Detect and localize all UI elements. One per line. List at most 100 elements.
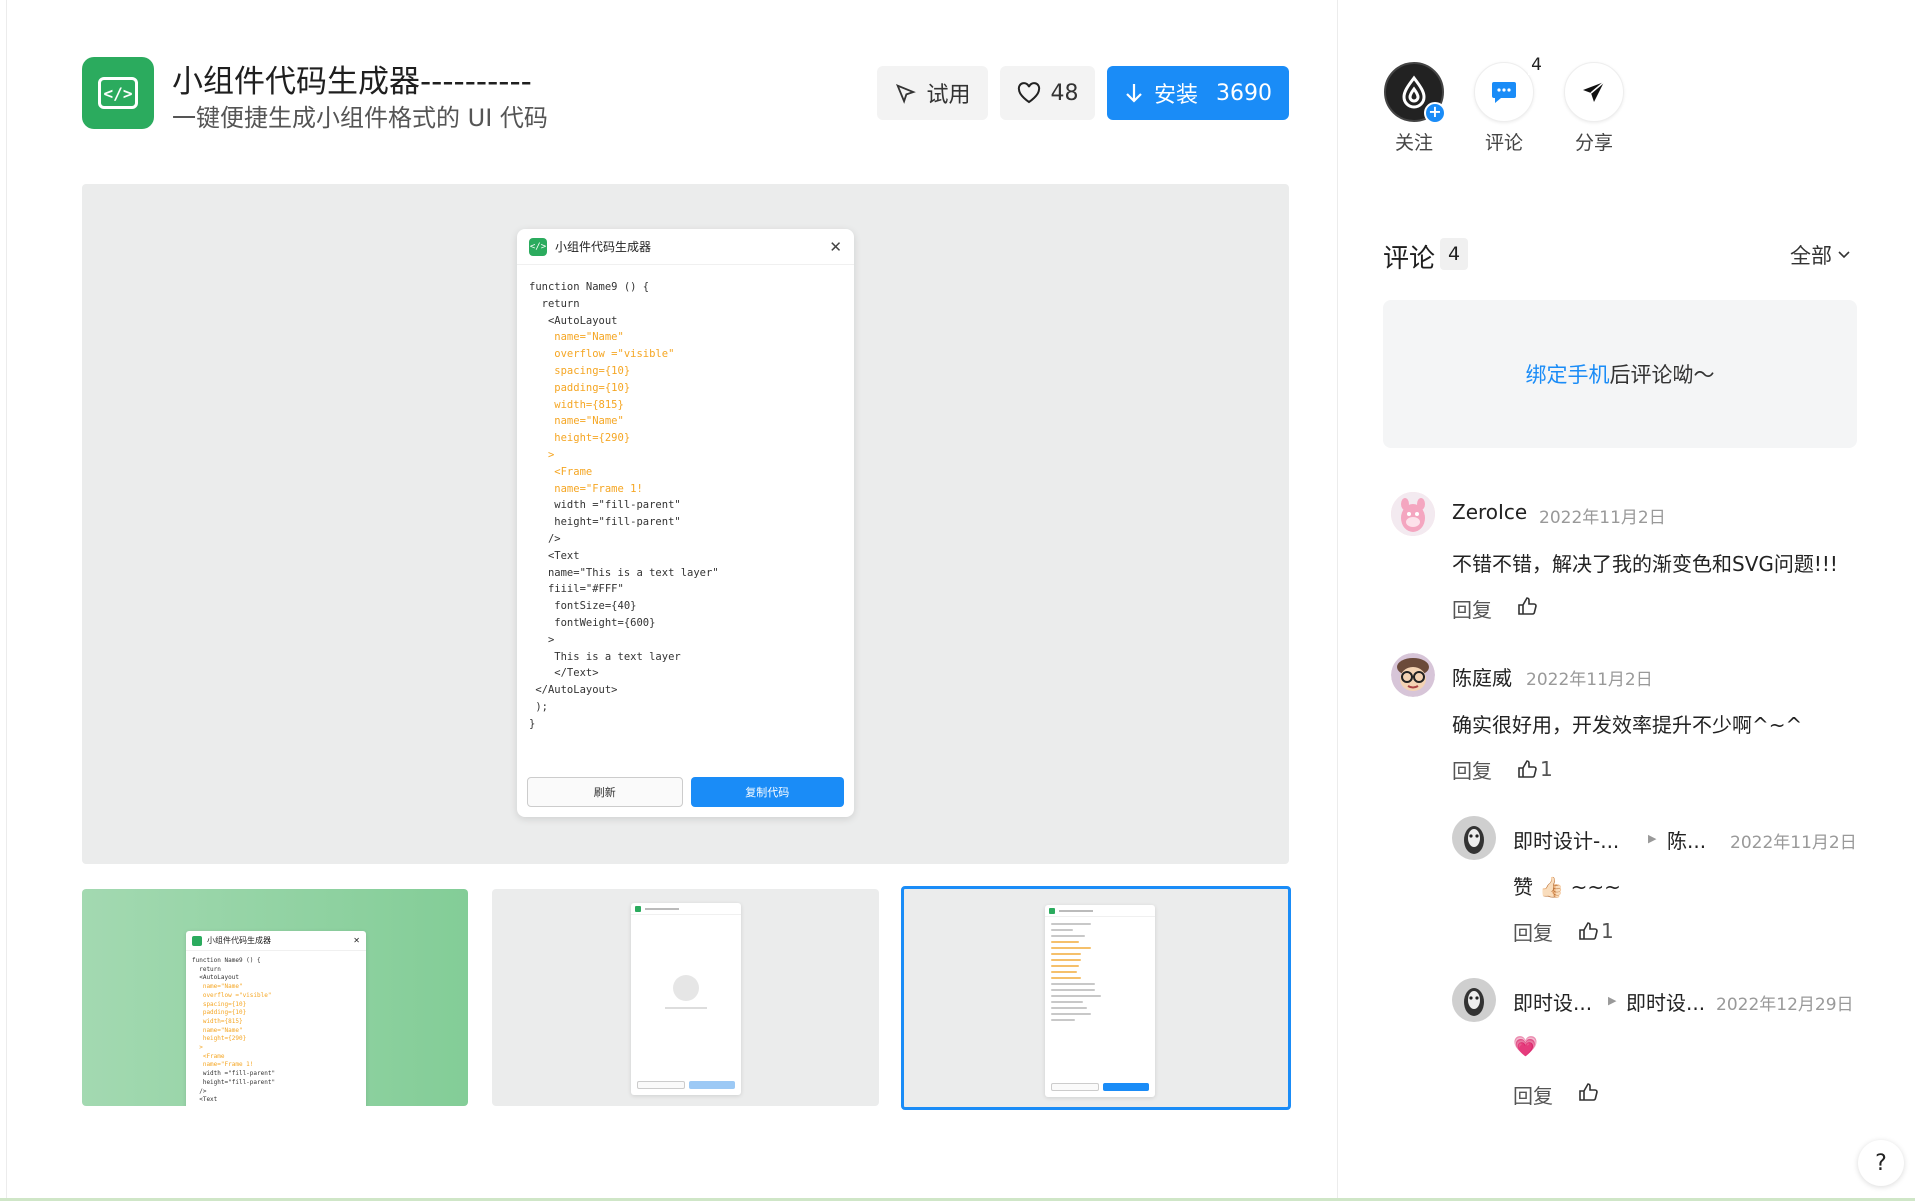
code-line — [1051, 953, 1081, 955]
code-line — [1051, 935, 1085, 937]
comment-username[interactable]: ZeroIce — [1452, 500, 1527, 524]
code-line: spacing={10} — [529, 364, 631, 377]
like-reply-button[interactable]: 1 — [1578, 919, 1614, 943]
plugin-subtitle: 一键便捷生成小组件格式的 UI 代码 — [172, 104, 548, 132]
code-line: /> — [529, 532, 561, 545]
code-line: name="Frame 1! — [529, 482, 643, 495]
reply-button[interactable]: 回复 — [1513, 1080, 1553, 1109]
reply-label: 回复 — [1513, 1084, 1553, 1108]
code-line: height="fill-parent" — [192, 1078, 276, 1086]
thumb-plugin-window: 小组件代码生成器 ✕ function Name9 () { return <A… — [186, 931, 366, 1106]
reply-button[interactable]: 回复 — [1452, 755, 1492, 784]
avatar[interactable] — [1452, 978, 1496, 1022]
author-logo-icon — [1402, 75, 1426, 109]
try-button-label: 试用 — [926, 83, 971, 108]
code-line — [1051, 1001, 1083, 1003]
author-avatar-follow[interactable]: + — [1384, 62, 1446, 124]
code-line: name="Frame 1! — [192, 1061, 254, 1069]
reply-date: 2022年11月2日 — [1730, 833, 1857, 853]
comments-title: 评论 — [1383, 244, 1436, 274]
code-line: name="Name" — [529, 331, 624, 344]
copy-code-button: 复制代码 — [690, 777, 844, 807]
code-line — [1051, 983, 1095, 985]
reply-username[interactable]: 即时设计-... — [1513, 825, 1619, 854]
comments-filter-dropdown[interactable]: 全部 — [1790, 240, 1850, 270]
reply-username[interactable]: 即时设... — [1513, 987, 1592, 1016]
thumbnail-1[interactable]: 小组件代码生成器 ✕ function Name9 () { return <A… — [82, 889, 468, 1106]
code-line: <Text — [192, 1096, 218, 1104]
refresh-button — [637, 1081, 685, 1089]
code-line — [1051, 1019, 1075, 1021]
page: </> 小组件代码生成器---------- 一键便捷生成小组件格式的 UI 代… — [0, 0, 1915, 1201]
code-line: ); — [529, 700, 548, 713]
thumbs-up-icon — [1579, 922, 1598, 940]
avatar[interactable] — [1391, 492, 1435, 536]
plugin-logo: </> — [82, 57, 154, 129]
avatar[interactable] — [1391, 653, 1435, 697]
reply-button[interactable]: 回复 — [1513, 917, 1553, 946]
code-brackets-icon: </> — [98, 77, 138, 109]
code-line: height="fill-parent" — [529, 516, 681, 529]
comment-username[interactable]: 陈庭威 — [1452, 662, 1512, 691]
cursor-click-icon — [896, 83, 917, 104]
code-line — [1051, 1007, 1087, 1009]
reply-to-username[interactable]: 陈... — [1667, 825, 1706, 854]
thumbs-up-icon — [1518, 597, 1537, 615]
like-comment-button[interactable] — [1517, 596, 1540, 616]
like-count: 1 — [1540, 757, 1553, 781]
try-button[interactable]: 试用 — [877, 66, 988, 120]
follow-label: 关注 — [1394, 132, 1433, 154]
code-line — [1051, 965, 1079, 967]
bind-phone-link[interactable]: 绑定手机 — [1526, 359, 1610, 389]
code-line: spacing={10} — [192, 1000, 247, 1008]
thumb-footer — [637, 1081, 735, 1089]
code-line: name="This is a text layer" — [529, 566, 719, 579]
code-line: > — [529, 448, 555, 461]
code-line: return — [529, 297, 580, 310]
code-line: width={815} — [529, 398, 624, 411]
thumb-window-title — [645, 907, 679, 910]
reply-to-username[interactable]: 即时设... — [1626, 987, 1705, 1016]
like-button[interactable]: 48 — [1000, 66, 1095, 120]
code-line — [1051, 923, 1091, 925]
plugin-title: 小组件代码生成器---------- — [172, 64, 532, 100]
thumb-window-title: 小组件代码生成器 — [207, 936, 271, 945]
reply-button[interactable]: 回复 — [1452, 594, 1492, 623]
code-line: height={290} — [529, 432, 631, 445]
share-label: 分享 — [1574, 132, 1613, 154]
avatar[interactable] — [1452, 816, 1496, 860]
like-comment-button[interactable]: 1 — [1517, 757, 1553, 781]
comment-label: 评论 — [1484, 132, 1523, 154]
loading-icon — [673, 975, 699, 1001]
code-line: > — [192, 1044, 203, 1052]
code-line — [1051, 995, 1101, 997]
code-line: } — [529, 717, 536, 730]
close-icon: ✕ — [353, 936, 360, 945]
thumb-window-header: 小组件代码生成器 ✕ — [186, 931, 366, 951]
comment-text: 确实很好用，开发效率提升不少啊^~^ — [1452, 713, 1803, 737]
thumb-plugin-window — [1045, 905, 1155, 1097]
download-arrow-icon — [1126, 84, 1142, 103]
comment-text: 不错不错，解决了我的渐变色和SVG问题!!! — [1452, 552, 1838, 576]
comment-count-badge: 4 — [1528, 55, 1545, 75]
thumbnail-3-selected[interactable] — [901, 886, 1291, 1110]
help-button[interactable]: ? — [1858, 1140, 1904, 1186]
like-count: 48 — [1050, 80, 1079, 106]
code-line: </AutoLayout> — [529, 684, 618, 697]
code-line: This is a text layer — [529, 650, 681, 663]
code-brackets-icon: </> — [529, 237, 547, 256]
code-brackets-icon — [1049, 907, 1055, 914]
code-line: height={290} — [192, 1035, 247, 1043]
comment-button[interactable]: 4 — [1474, 55, 1545, 122]
code-line: name="Name" — [192, 1026, 243, 1034]
share-button[interactable] — [1564, 62, 1624, 122]
like-reply-button[interactable] — [1578, 1082, 1601, 1102]
reply-text: 💗 — [1513, 1034, 1538, 1058]
thumbnail-2[interactable] — [492, 889, 879, 1106]
install-button[interactable]: 安装 3690 — [1107, 66, 1289, 120]
thumb-window-header — [631, 903, 741, 915]
thumbs-up-icon — [1579, 1083, 1598, 1101]
code-line: width={815} — [192, 1017, 243, 1025]
refresh-button — [1051, 1083, 1099, 1091]
code-line — [1051, 989, 1095, 991]
